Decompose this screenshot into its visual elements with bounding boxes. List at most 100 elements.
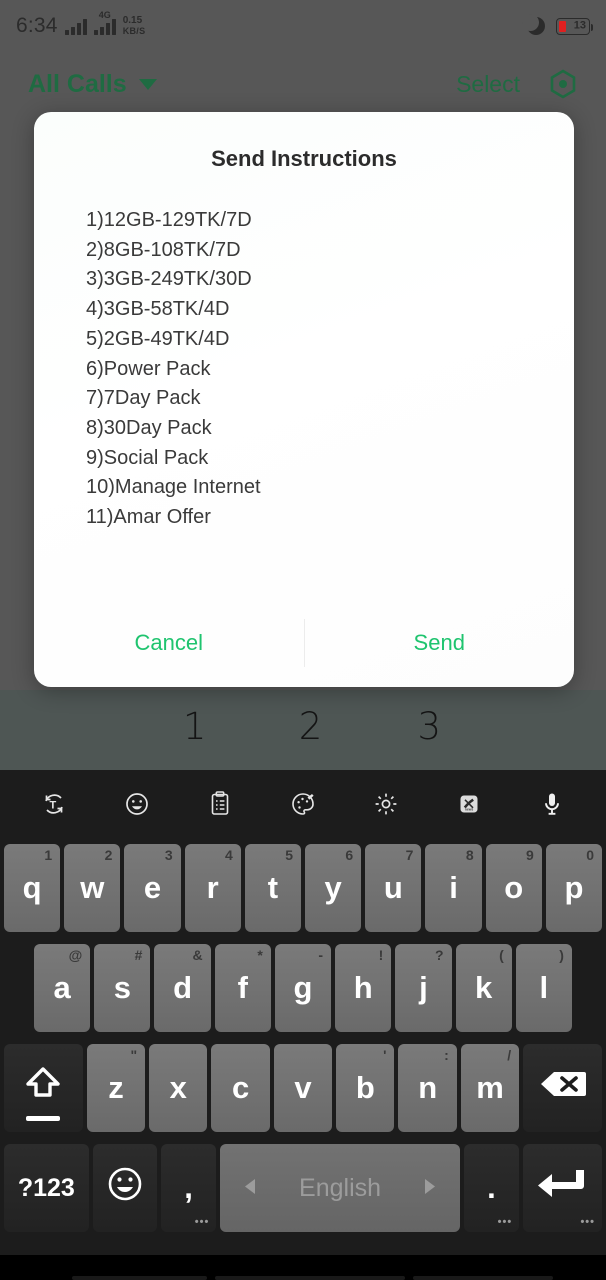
key-k[interactable]: (k — [455, 944, 512, 1032]
key-label: n — [418, 1070, 438, 1105]
key-label: b — [355, 1070, 375, 1105]
key-label: d — [173, 970, 193, 1005]
key-alt-label: # — [134, 947, 143, 963]
chevron-down-icon — [138, 78, 157, 90]
space-language-label: English — [299, 1173, 382, 1202]
key-label: l — [539, 970, 549, 1005]
triangle-left-icon[interactable] — [242, 1174, 259, 1203]
select-button[interactable]: Select — [456, 71, 520, 98]
instructions-list: 1)12GB-129TK/7D 2)8GB-108TK/7D 3)3GB-249… — [86, 206, 574, 533]
key-y[interactable]: 6y — [305, 844, 362, 932]
key-alt-label: : — [444, 1047, 449, 1063]
key-c[interactable]: c — [211, 1044, 270, 1132]
key-label: v — [294, 1070, 312, 1105]
translate-icon[interactable]: T — [12, 770, 95, 838]
key-label: o — [504, 870, 524, 905]
backspace-icon — [538, 1069, 588, 1107]
gear-icon[interactable] — [345, 770, 428, 838]
backspace-key[interactable] — [523, 1044, 602, 1132]
shift-key[interactable] — [4, 1044, 83, 1132]
triangle-right-icon[interactable] — [421, 1174, 438, 1203]
key-label: w — [80, 870, 105, 905]
key-alt-label: 3 — [164, 847, 173, 863]
key-a[interactable]: @ a — [34, 944, 91, 1032]
background-list-numbers: 1 2 3 — [0, 705, 606, 767]
key-label: s — [113, 970, 131, 1005]
call-filter-dropdown[interactable]: All Calls — [28, 70, 157, 99]
key-r[interactable]: 4r — [184, 844, 241, 932]
nav-segment-recents[interactable] — [413, 1276, 553, 1280]
comma-key[interactable]: , ••• — [160, 1144, 217, 1232]
keyboard-row-1: 1q 2w 3e 4r 5t 6y 7u 8i 9o 0p — [2, 838, 604, 938]
data-rate-value: 0.15 — [122, 15, 143, 26]
key-q[interactable]: 1q — [4, 844, 61, 932]
news-icon[interactable]: news — [428, 770, 511, 838]
status-bar-right: 13 — [522, 14, 593, 35]
key-s[interactable]: # s — [94, 944, 151, 1032]
key-t[interactable]: 5t — [244, 844, 302, 932]
key-u[interactable]: 7u — [365, 844, 422, 932]
key-p[interactable]: 0p — [545, 844, 603, 932]
key-w[interactable]: 2w — [64, 844, 121, 932]
key-e[interactable]: 3e — [124, 844, 181, 932]
list-item: 11)Amar Offer — [86, 506, 211, 529]
enter-key[interactable]: ••• — [523, 1144, 602, 1232]
key-g[interactable]: -g — [274, 944, 332, 1032]
key-v[interactable]: v — [273, 1044, 333, 1132]
nav-segment-back[interactable] — [72, 1276, 207, 1280]
long-press-hint: ••• — [497, 1216, 513, 1228]
key-label: h — [353, 970, 373, 1005]
emoji-key[interactable] — [92, 1144, 157, 1232]
theme-palette-icon[interactable] — [261, 770, 344, 838]
period-key[interactable]: . ••• — [463, 1144, 520, 1232]
key-label: y — [324, 870, 342, 905]
key-x[interactable]: x — [149, 1044, 208, 1132]
key-label: i — [449, 870, 458, 905]
key-f[interactable]: * f — [214, 944, 271, 1032]
cancel-button[interactable]: Cancel — [34, 616, 304, 670]
key-l[interactable]: ) l — [515, 944, 572, 1032]
send-instructions-dialog: Send Instructions 1)12GB-129TK/7D 2)8GB-… — [34, 112, 574, 687]
emoji-icon[interactable] — [95, 770, 178, 838]
nav-segment-home[interactable] — [215, 1276, 405, 1280]
key-label: . — [487, 1170, 496, 1205]
svg-text:T: T — [49, 800, 56, 812]
key-alt-label: ? — [434, 947, 444, 963]
key-b[interactable]: ' b — [336, 1044, 395, 1132]
key-h[interactable]: ! h — [335, 944, 392, 1032]
hexagon-target-icon[interactable] — [548, 69, 578, 99]
key-i[interactable]: 8i — [425, 844, 482, 932]
key-m[interactable]: / m — [460, 1044, 520, 1132]
key-n[interactable]: :n — [398, 1044, 457, 1132]
send-button[interactable]: Send — [305, 616, 575, 670]
key-z[interactable]: " z — [86, 1044, 146, 1132]
key-j[interactable]: ? j — [395, 944, 452, 1032]
key-alt-label: 5 — [285, 847, 294, 863]
moon-icon — [522, 14, 545, 35]
key-d[interactable]: & d — [154, 944, 211, 1032]
key-alt-label: 9 — [526, 847, 534, 863]
status-clock: 6:34 — [16, 14, 58, 37]
key-alt-label: - — [318, 947, 324, 963]
signal-bars-icon — [64, 18, 87, 35]
key-label: g — [293, 970, 313, 1005]
list-item: 3)3GB-249TK/30D — [86, 268, 252, 291]
key-label: c — [232, 1070, 250, 1105]
key-alt-label: @ — [68, 947, 83, 963]
list-item: 10)Manage Internet — [86, 476, 261, 499]
key-label: r — [206, 870, 219, 905]
keyboard-rows: 1q 2w 3e 4r 5t 6y 7u 8i 9o 0p @ a # s & d *… — [0, 838, 606, 1238]
key-label: e — [143, 870, 162, 905]
keyboard-row-2: @ a # s & d * f -g ! h ? j (k ) l — [2, 938, 604, 1038]
keyboard-row-3: " z x c v ' b :n / m — [2, 1038, 604, 1138]
status-bar-left: 6:34 4G 0.15 KB/S — [16, 10, 145, 38]
list-item: 8)30Day Pack — [86, 416, 212, 439]
key-o[interactable]: 9o — [485, 844, 542, 932]
space-key[interactable]: English — [220, 1144, 460, 1232]
mobile-data-icon: 4G — [93, 10, 116, 35]
microphone-icon[interactable] — [511, 770, 594, 838]
clipboard-icon[interactable] — [178, 770, 261, 838]
symbols-key[interactable]: ?123 — [4, 1144, 89, 1232]
key-label: p — [564, 870, 584, 905]
key-label: t — [267, 870, 279, 905]
